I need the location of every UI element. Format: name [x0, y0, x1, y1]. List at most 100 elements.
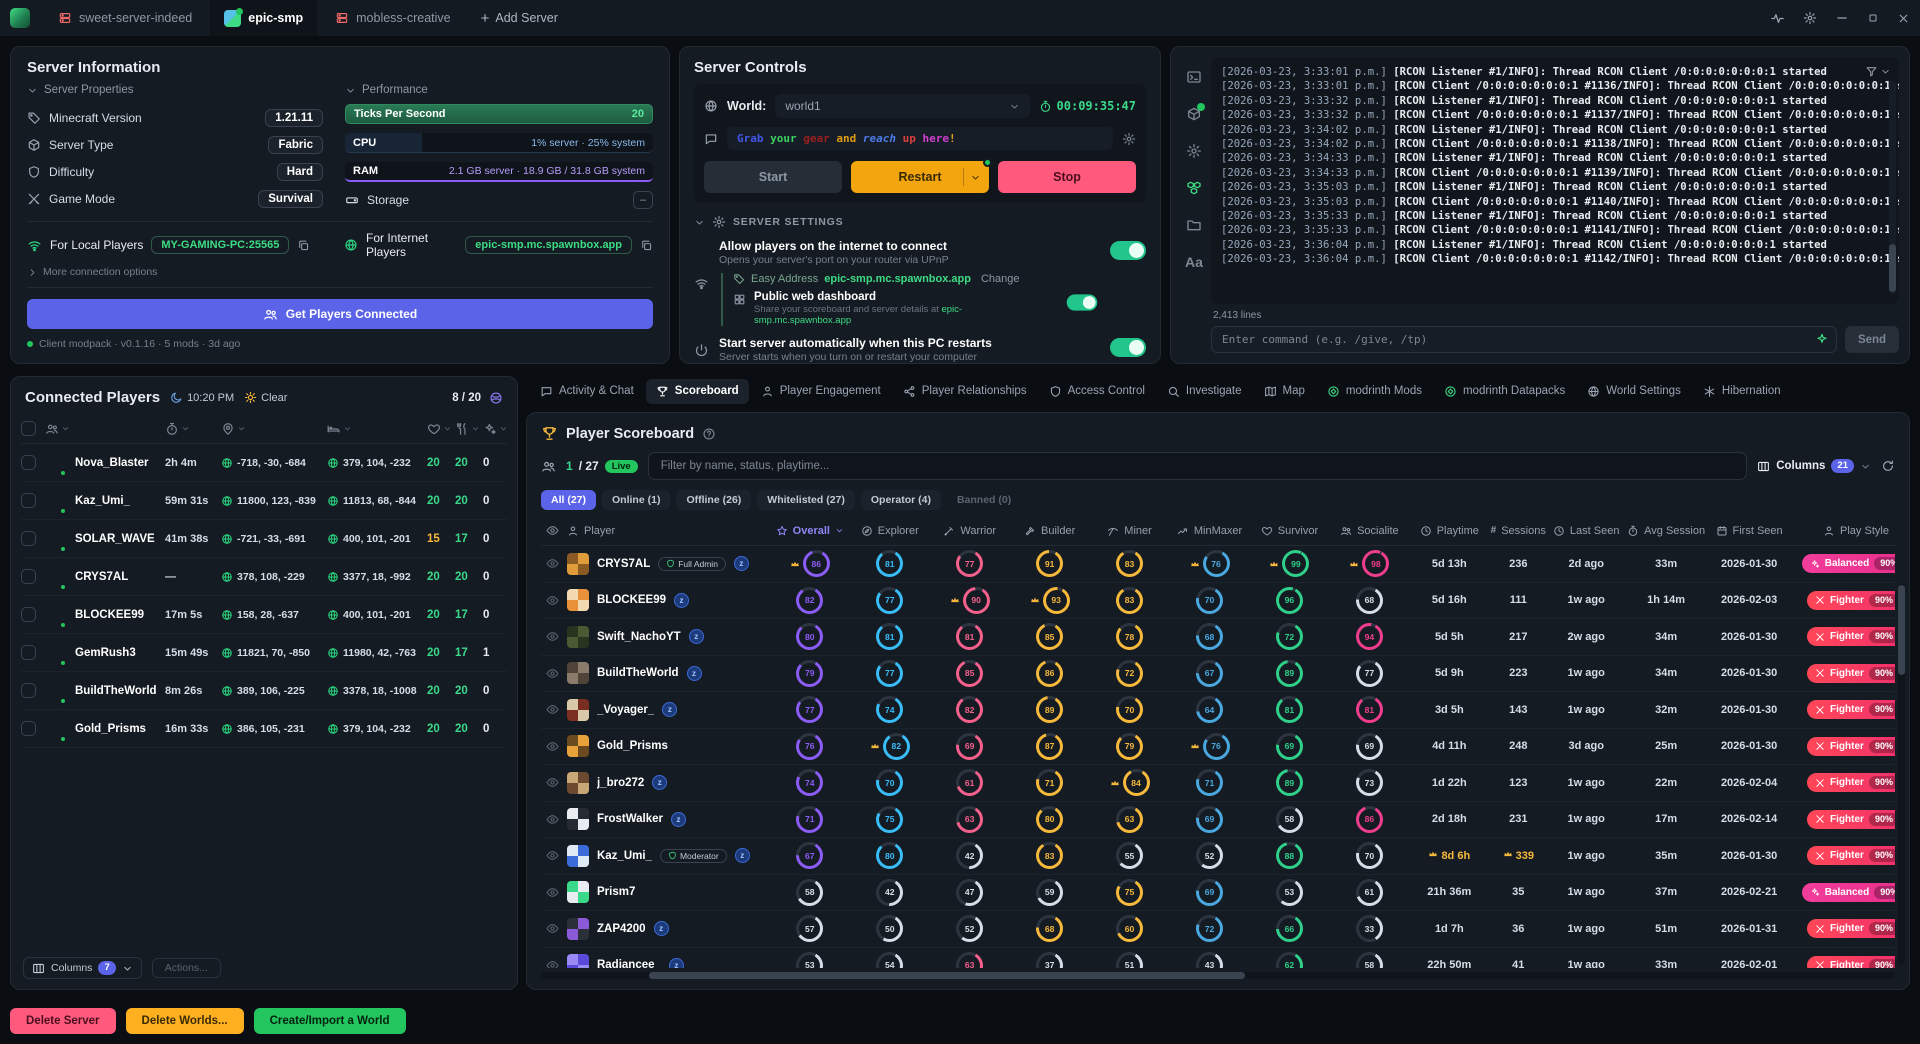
server-settings-header[interactable]: SERVER SETTINGS — [694, 215, 1146, 229]
console-log[interactable]: [2026-03-23, 3:33:01 p.m.] [RCON Listene… — [1211, 57, 1899, 304]
filter-chip[interactable]: Operator (4) — [861, 490, 941, 510]
row-checkbox[interactable] — [21, 683, 36, 698]
table-row[interactable]: Swift_NachoYTz80818185786872945d 5h2172w… — [541, 619, 1895, 656]
tab-player-engagement[interactable]: Player Engagement — [751, 379, 891, 404]
row-visibility[interactable] — [541, 667, 565, 680]
column-header-first-seen[interactable]: First Seen — [1707, 525, 1791, 537]
scoreboard-filter-input[interactable] — [648, 452, 1748, 480]
minimize-button[interactable] — [1835, 11, 1849, 25]
column-header-builder[interactable]: Builder — [1010, 525, 1090, 537]
player-list-item[interactable]: Nova_Blaster2h 4m-718, -30, -684379, 104… — [21, 444, 507, 482]
row-visibility[interactable] — [541, 703, 565, 716]
filter-chip[interactable]: Whitelisted (27) — [757, 490, 855, 510]
table-row[interactable]: CRYS7ALFull Adminz86817791837699985d 13h… — [541, 546, 1895, 583]
row-visibility[interactable] — [541, 922, 565, 935]
column-header-sessions[interactable]: #Sessions — [1489, 525, 1547, 537]
bed-column-header[interactable] — [327, 422, 427, 436]
table-row[interactable]: ZAP4200z57505268607266331d 7h361w ago51m… — [541, 911, 1895, 948]
player-list-item[interactable]: GemRush315m 49s11821, 70, -85011980, 42,… — [21, 634, 507, 672]
copy-icon[interactable] — [640, 239, 653, 252]
performance-header[interactable]: Performance — [345, 84, 653, 96]
column-header-miner[interactable]: Miner — [1090, 525, 1170, 537]
utensils-column-header[interactable] — [455, 422, 483, 436]
player-list-item[interactable]: BuildTheWorld8m 26s389, 106, -2253378, 1… — [21, 672, 507, 710]
table-row[interactable]: _Voyager_z77748289706481813d 5h1431w ago… — [541, 692, 1895, 729]
row-checkbox[interactable] — [21, 645, 36, 660]
horizontal-scrollbar[interactable] — [541, 972, 1895, 979]
row-checkbox[interactable] — [21, 721, 36, 736]
player-list-item[interactable]: CRYS7AL—378, 108, -2293377, 18, -9922020… — [21, 558, 507, 596]
server-properties-header[interactable]: Server Properties — [27, 84, 323, 96]
create-world-button[interactable]: Create/Import a World — [254, 1008, 406, 1034]
vertical-scrollbar[interactable] — [1898, 583, 1905, 965]
column-header-overall[interactable]: Overall — [770, 525, 850, 537]
column-header-survivor[interactable]: Survivor — [1249, 525, 1329, 537]
people-column-header[interactable] — [45, 422, 165, 436]
app-settings-icon[interactable] — [1803, 11, 1817, 25]
select-all-checkbox[interactable] — [21, 421, 36, 436]
tab-activity-chat[interactable]: Activity & Chat — [530, 379, 644, 404]
help-icon[interactable] — [702, 427, 716, 441]
players-columns-button[interactable]: Columns 7 — [23, 957, 142, 979]
storage-collapse-button[interactable]: – — [633, 191, 653, 209]
row-visibility[interactable] — [541, 959, 565, 968]
column-header-minmaxer[interactable]: MinMaxer — [1170, 525, 1250, 537]
player-list-item[interactable]: Kaz_Umi_59m 31s11800, 123, -83911813, 68… — [21, 482, 507, 520]
tab-map[interactable]: Map — [1254, 379, 1315, 404]
tab-modrinth-mods[interactable]: modrinth Mods — [1317, 379, 1432, 404]
gear-rail-button[interactable] — [1186, 143, 1202, 164]
player-list-item[interactable]: BLOCKEE9917m 5s158, 28, -637400, 101, -2… — [21, 596, 507, 634]
tab-investigate[interactable]: Investigate — [1157, 379, 1252, 404]
tab-access-control[interactable]: Access Control — [1039, 379, 1155, 404]
ai-sparkle-icon[interactable] — [1815, 332, 1829, 351]
stop-button[interactable]: Stop — [998, 161, 1136, 193]
table-row[interactable]: BuildTheWorldz79778586726789775d 9h2231w… — [541, 656, 1895, 693]
log-filter-button[interactable] — [1865, 65, 1891, 78]
table-row[interactable]: BLOCKEE99z82779093837096685d 16h1111w ag… — [541, 583, 1895, 620]
copy-icon[interactable] — [297, 239, 310, 252]
folder-rail-button[interactable] — [1186, 217, 1202, 238]
property-value[interactable]: Hard — [277, 163, 323, 181]
row-visibility[interactable] — [541, 740, 565, 753]
heart-column-header[interactable] — [427, 422, 455, 436]
tab-player-relationships[interactable]: Player Relationships — [893, 379, 1037, 404]
letter-rail-button[interactable]: Aa — [1185, 254, 1203, 272]
row-visibility[interactable] — [541, 594, 565, 607]
cubes-rail-button[interactable] — [1186, 180, 1202, 201]
restart-button[interactable]: Restart — [851, 161, 989, 193]
internet-address[interactable]: epic-smp.mc.spawnbox.app — [465, 236, 632, 254]
change-address-link[interactable]: Change — [981, 273, 1020, 285]
internet-connect-toggle[interactable] — [1110, 241, 1146, 260]
player-list-item[interactable]: SOLAR_WAVE41m 38s-721, -33, -691400, 101… — [21, 520, 507, 558]
player-column-header[interactable]: Player — [565, 525, 770, 537]
row-checkbox[interactable] — [21, 607, 36, 622]
row-visibility[interactable] — [541, 630, 565, 643]
terminal-rail-button[interactable] — [1186, 69, 1202, 90]
add-server-button[interactable]: +Add Server — [469, 10, 570, 27]
filter-chip[interactable]: All (27) — [541, 490, 596, 510]
column-header-last-seen[interactable]: Last Seen — [1547, 525, 1625, 537]
box-rail-button[interactable] — [1186, 106, 1202, 127]
player-list-item[interactable]: Gold_Prisms16m 33s386, 105, -231379, 104… — [21, 710, 507, 748]
row-visibility[interactable] — [541, 813, 565, 826]
tab-scoreboard[interactable]: Scoreboard — [646, 379, 749, 404]
row-visibility[interactable] — [541, 849, 565, 862]
property-value[interactable]: Survival — [258, 190, 323, 208]
command-input[interactable] — [1211, 326, 1837, 353]
autostart-toggle[interactable] — [1110, 338, 1146, 357]
row-checkbox[interactable] — [21, 455, 36, 470]
row-visibility[interactable] — [541, 776, 565, 789]
start-button[interactable]: Start — [704, 161, 842, 193]
row-checkbox[interactable] — [21, 569, 36, 584]
row-visibility[interactable] — [541, 557, 565, 570]
column-header-avg-session[interactable]: Avg Session — [1625, 525, 1707, 537]
server-tab-epic-smp[interactable]: epic-smp — [210, 0, 317, 36]
table-row[interactable]: Prism7584247597569536121h 36m351w ago37m… — [541, 875, 1895, 912]
column-header-explorer[interactable]: Explorer — [850, 525, 930, 537]
dashboard-toggle[interactable] — [1067, 294, 1098, 310]
filter-chip[interactable]: Banned (0) — [947, 490, 1021, 510]
tab-hibernation[interactable]: Hibernation — [1693, 379, 1791, 404]
table-row[interactable]: Radiancee_z535463375143625822h 50m411w a… — [541, 948, 1895, 969]
stopwatch-column-header[interactable] — [165, 422, 221, 436]
property-value[interactable]: 1.21.11 — [265, 109, 323, 127]
